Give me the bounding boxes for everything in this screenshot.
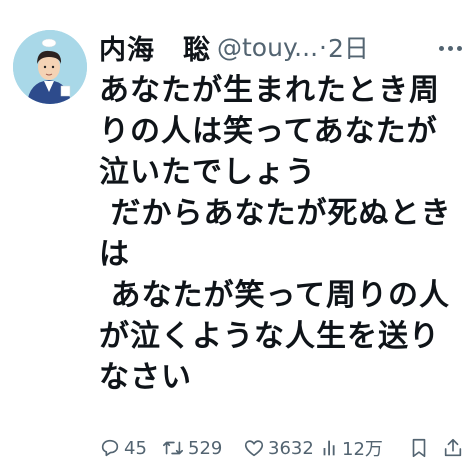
tweet-text-line: が泣くような人生を送り (99, 319, 440, 354)
more-options-icon[interactable] (422, 36, 462, 60)
tweet-timestamp[interactable]: 2日 (328, 29, 369, 65)
tweet-text-line: りの人は笑ってあなたが (99, 114, 438, 149)
like-count: 3632 (268, 437, 314, 459)
views-button[interactable]: 12万 (321, 435, 409, 461)
share-button[interactable] (442, 437, 464, 459)
author-name[interactable]: 内海聡 (99, 28, 211, 67)
separator-dot: · (319, 32, 327, 62)
share-icon (444, 438, 462, 457)
tweet-text-line: は (99, 237, 130, 272)
tweet-text-line: 泣いたでしょう (99, 155, 316, 190)
reply-button[interactable]: 45 (99, 437, 161, 459)
like-button[interactable]: 3632 (243, 437, 321, 459)
tweet-header: 内海聡 @touy... · 2日 (99, 28, 462, 66)
tweet-text-line: あなたが生まれたとき周 (99, 73, 440, 108)
retweet-count: 529 (188, 437, 223, 459)
bookmark-icon (412, 438, 426, 458)
tweet-text: あなたが生まれたとき周 りの人は笑ってあなたが 泣いたでしょう だからあなたが死… (99, 70, 469, 398)
tweet-text-line: だからあなたが死ぬとき (99, 196, 452, 231)
retweet-icon (163, 441, 183, 455)
views-chart-icon (323, 440, 335, 456)
tweet-card[interactable]: 内海聡 @touy... · 2日 あなたが生まれたとき周 りの人は笑ってあなた… (0, 0, 474, 474)
reply-count: 45 (124, 437, 147, 459)
author-name-part2: 聡 (183, 34, 211, 66)
retweet-button[interactable]: 529 (161, 437, 243, 459)
avatar-portrait-icon (13, 30, 87, 104)
reply-icon (101, 439, 119, 457)
author-handle[interactable]: @touy... (217, 33, 318, 62)
tweet-actions: 45 529 3632 12万 (99, 434, 464, 462)
author-name-part1: 内海 (99, 34, 155, 66)
bookmark-button[interactable] (409, 437, 439, 459)
view-count: 12万 (342, 439, 383, 460)
tweet-text-line: なさい (99, 360, 192, 395)
tweet-text-line: あなたが笑って周りの人 (99, 278, 450, 313)
avatar[interactable] (13, 30, 87, 104)
heart-icon (244, 440, 264, 457)
